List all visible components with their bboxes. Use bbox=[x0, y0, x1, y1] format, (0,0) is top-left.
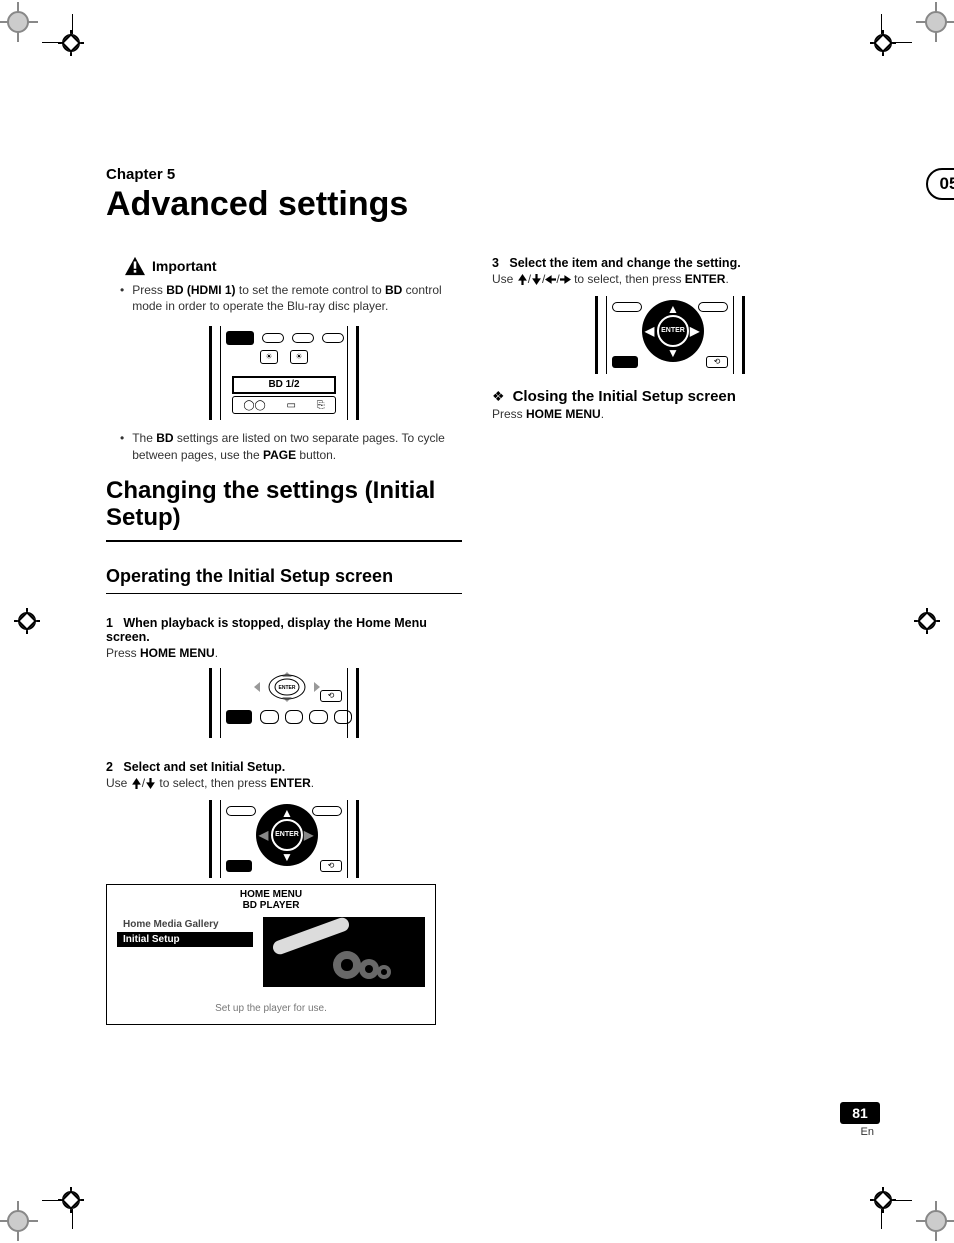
crop-mark-icon bbox=[914, 608, 940, 634]
arrow-down-icon bbox=[145, 778, 156, 789]
bullet-item: • Press BD (HDMI 1) to set the remote co… bbox=[120, 282, 462, 314]
step-heading: 2 Select and set Initial Setup. bbox=[106, 760, 462, 774]
remote-illustration: ENTER ⟲ bbox=[209, 668, 359, 738]
arrow-down-icon: ▼ bbox=[667, 346, 679, 360]
left-column: Important • Press BD (HDMI 1) to set the… bbox=[106, 256, 462, 1025]
arrow-right-icon: ▶ bbox=[304, 828, 313, 842]
registration-mark-icon bbox=[0, 2, 38, 42]
gear-icon bbox=[333, 951, 361, 979]
trim-mark bbox=[42, 42, 62, 43]
arrow-right-icon: ▶ bbox=[690, 324, 699, 338]
arrow-right-icon bbox=[560, 274, 571, 285]
remote-illustration: ▲ ▼ ◀ ▶ ENTER ⟲ bbox=[595, 296, 745, 374]
svg-text:ENTER: ENTER bbox=[279, 685, 296, 691]
subsection-heading: Operating the Initial Setup screen bbox=[106, 566, 462, 587]
arrow-left-icon bbox=[545, 274, 556, 285]
sub-heading: Closing the Initial Setup screen bbox=[513, 388, 736, 405]
arrow-down-icon bbox=[531, 274, 542, 285]
important-label: Important bbox=[152, 258, 217, 274]
arrow-left-icon: ◀ bbox=[259, 828, 268, 842]
arrow-left-icon: ◀ bbox=[645, 324, 654, 338]
trim-mark bbox=[881, 14, 882, 34]
gear-icon bbox=[359, 959, 379, 979]
remote-illustration: ☀☀ BD 1/2 ◯◯▭⎘ bbox=[209, 326, 359, 420]
arrow-up-icon bbox=[131, 778, 142, 789]
chapter-tab: 05 bbox=[926, 168, 954, 200]
screen-title: HOME MENU bbox=[107, 885, 435, 900]
nav-pad-icon: ENTER bbox=[250, 670, 324, 704]
page: 05 81 En Chapter 5 Advanced settings Imp… bbox=[0, 0, 954, 1243]
chapter-label: Chapter 5 bbox=[106, 166, 858, 183]
page-number: 81 bbox=[840, 1102, 880, 1124]
step-text: Press HOME MENU. bbox=[106, 646, 462, 660]
section-heading: Changing the settings (Initial Setup) bbox=[106, 477, 462, 532]
return-icon: ⟲ bbox=[320, 690, 342, 702]
bullet-icon: • bbox=[120, 430, 124, 462]
step-text: Use /// to select, then press ENTER. bbox=[492, 272, 848, 286]
trim-mark bbox=[892, 1200, 912, 1201]
right-column: 3 Select the item and change the setting… bbox=[492, 256, 848, 1025]
step-heading: 3 Select the item and change the setting… bbox=[492, 256, 848, 270]
registration-mark-icon bbox=[916, 1201, 954, 1241]
screen-menu: Home Media Gallery Initial Setup bbox=[117, 917, 253, 987]
enter-button-icon: ENTER bbox=[657, 315, 689, 347]
gear-icon bbox=[377, 965, 391, 979]
arrow-down-icon: ▼ bbox=[281, 850, 293, 864]
crop-mark-icon bbox=[58, 30, 84, 56]
wrench-icon bbox=[271, 916, 351, 957]
divider bbox=[106, 593, 462, 594]
enter-button-icon: ENTER bbox=[271, 819, 303, 851]
trim-mark bbox=[42, 1200, 62, 1201]
registration-mark-icon bbox=[916, 2, 954, 42]
bullet-text: Press BD (HDMI 1) to set the remote cont… bbox=[132, 282, 462, 314]
content-area: Chapter 5 Advanced settings Important • … bbox=[106, 166, 858, 1025]
divider bbox=[106, 540, 462, 542]
screen-subtitle: BD PLAYER bbox=[107, 900, 435, 911]
warning-icon bbox=[124, 256, 146, 276]
trim-mark bbox=[881, 1209, 882, 1229]
diamond-bullet-icon: ❖ bbox=[492, 388, 505, 405]
registration-mark-icon bbox=[0, 1201, 38, 1241]
screen-preview-image bbox=[263, 917, 425, 987]
return-icon: ⟲ bbox=[320, 860, 342, 872]
bullet-icon: • bbox=[120, 282, 124, 314]
step-text: Use / to select, then press ENTER. bbox=[106, 776, 462, 790]
return-icon: ⟲ bbox=[706, 356, 728, 368]
trim-mark bbox=[72, 1209, 73, 1229]
menu-item: Home Media Gallery bbox=[117, 917, 253, 932]
trim-mark bbox=[892, 42, 912, 43]
arrow-up-icon: ▲ bbox=[281, 806, 293, 820]
bullet-item: • The BD settings are listed on two sepa… bbox=[120, 430, 462, 462]
arrow-up-icon bbox=[517, 274, 528, 285]
page-language: En bbox=[861, 1126, 874, 1138]
crop-mark-icon bbox=[870, 30, 896, 56]
screen-footer-text: Set up the player for use. bbox=[107, 991, 435, 1024]
chapter-title: Advanced settings bbox=[106, 185, 858, 224]
body-text: Press HOME MENU. bbox=[492, 407, 848, 421]
remote-illustration: ▲ ▼ ◀ ▶ ENTER ⟲ bbox=[209, 800, 359, 878]
bullet-text: The BD settings are listed on two separa… bbox=[132, 430, 462, 462]
tv-screen-illustration: HOME MENU BD PLAYER Home Media Gallery I… bbox=[106, 884, 436, 1025]
menu-item-selected: Initial Setup bbox=[117, 932, 253, 947]
trim-mark bbox=[72, 14, 73, 34]
remote-bd-label: BD 1/2 bbox=[232, 376, 336, 394]
arrow-up-icon: ▲ bbox=[667, 302, 679, 316]
crop-mark-icon bbox=[14, 608, 40, 634]
step-heading: 1 When playback is stopped, display the … bbox=[106, 616, 462, 644]
